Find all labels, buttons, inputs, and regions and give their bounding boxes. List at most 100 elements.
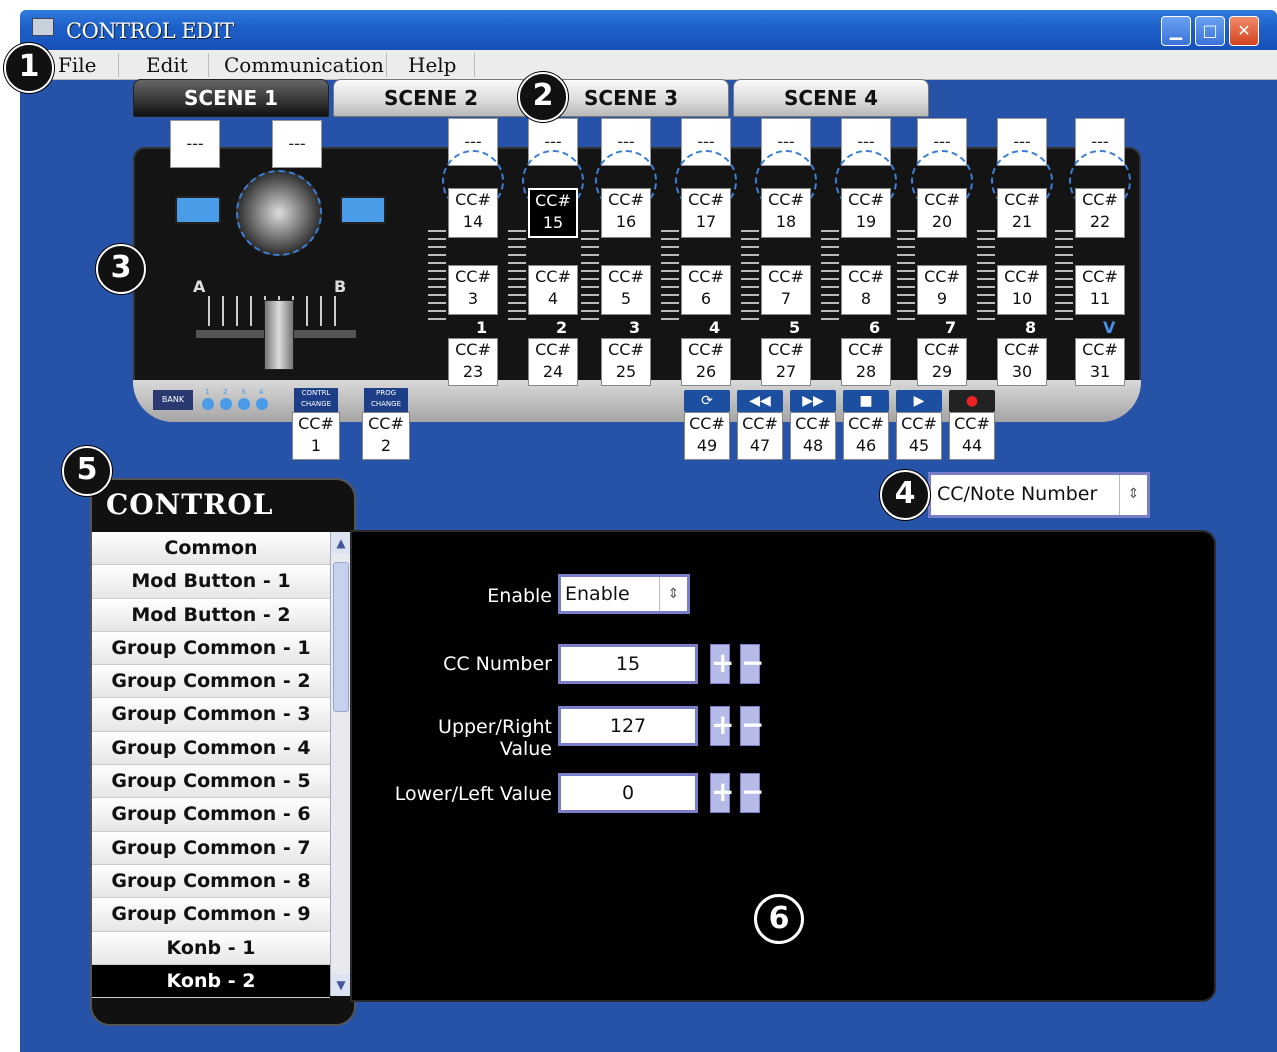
bank-button[interactable]: BANK xyxy=(153,390,193,410)
tab-scene-4[interactable]: SCENE 4 xyxy=(733,79,929,117)
crossfader-handle[interactable] xyxy=(264,300,294,370)
button-8[interactable]: CC# 30 xyxy=(997,338,1047,386)
control-list-item[interactable]: Group Common - 6 xyxy=(92,798,330,832)
knob-8-number: 21 xyxy=(1011,212,1033,231)
knob-9[interactable]: CC# 22 xyxy=(1075,188,1125,238)
control-list-item[interactable]: Mod Button - 1 xyxy=(92,565,330,599)
maximize-button[interactable]: □ xyxy=(1195,16,1225,46)
knob-1[interactable]: CC# 14 xyxy=(448,188,498,238)
fast-forward-icon[interactable]: ▶▶ xyxy=(790,390,836,412)
group-2-number: 2 xyxy=(556,318,568,337)
scroll-down-icon[interactable]: ▼ xyxy=(331,974,351,996)
slider-6[interactable]: CC# 8 xyxy=(841,265,891,315)
bank-led-1 xyxy=(202,398,214,410)
control-list-item[interactable]: Group Common - 5 xyxy=(92,765,330,799)
button-1[interactable]: CC# 23 xyxy=(448,338,498,386)
knob-8-prefix: CC# xyxy=(1004,190,1040,209)
button-9[interactable]: CC# 31 xyxy=(1075,338,1125,386)
cc-number-plus-button[interactable]: + xyxy=(710,644,734,684)
knob-4[interactable]: CC# 17 xyxy=(681,188,731,238)
knob-6[interactable]: CC# 19 xyxy=(841,188,891,238)
upper-value-input[interactable]: 127 xyxy=(558,706,698,746)
stop-icon[interactable]: ■ xyxy=(843,390,889,412)
play-icon[interactable]: ▶ xyxy=(896,390,942,412)
slider-2[interactable]: CC# 4 xyxy=(528,265,578,315)
program-change[interactable]: CC# 2 xyxy=(362,412,410,460)
control-list-item[interactable]: Common xyxy=(92,532,330,566)
mod-button-1-value[interactable]: --- xyxy=(170,120,220,168)
slider-3-tick xyxy=(581,310,599,312)
spinner-arrows-icon: ⇕ xyxy=(1119,475,1147,515)
stop-cc[interactable]: CC# 46 xyxy=(843,412,889,460)
control-list-item[interactable]: Group Common - 2 xyxy=(92,665,330,699)
knob-5[interactable]: CC# 18 xyxy=(761,188,811,238)
menu-edit[interactable]: Edit xyxy=(146,52,188,78)
tab-scene-1[interactable]: SCENE 1 xyxy=(133,79,329,117)
control-list-item[interactable]: Group Common - 7 xyxy=(92,831,330,865)
tab-scene-2[interactable]: SCENE 2 xyxy=(333,79,529,117)
slider-9-tick xyxy=(1055,230,1073,232)
slider-5[interactable]: CC# 7 xyxy=(761,265,811,315)
knob-2[interactable]: CC# 15 xyxy=(528,188,578,238)
upper-value-minus-button[interactable]: − xyxy=(740,706,764,746)
cc-number-minus-button[interactable]: − xyxy=(740,644,764,684)
record-cc[interactable]: CC# 44 xyxy=(949,412,995,460)
mod-button-1[interactable] xyxy=(175,196,221,224)
cc-number-input[interactable]: 15 xyxy=(558,644,698,684)
control-list-item[interactable]: Group Common - 9 xyxy=(92,898,330,932)
slider-7[interactable]: CC# 9 xyxy=(917,265,967,315)
mod-button-2[interactable] xyxy=(340,196,386,224)
control-list-item[interactable]: Group Common - 8 xyxy=(92,864,330,899)
scroll-up-icon[interactable]: ▲ xyxy=(331,532,351,554)
slider-5-tick xyxy=(741,270,759,272)
knob-3[interactable]: CC# 16 xyxy=(601,188,651,238)
slider-4[interactable]: CC# 6 xyxy=(681,265,731,315)
control-list-scrollbar[interactable]: ▲ ▼ xyxy=(330,532,351,996)
lower-value-input[interactable]: 0 xyxy=(558,773,698,813)
control-list-item[interactable]: Group Common - 1 xyxy=(92,631,330,666)
button-6[interactable]: CC# 28 xyxy=(841,338,891,386)
control-list-item[interactable]: Group Common - 3 xyxy=(92,698,330,732)
cycle-cc-prefix: CC# xyxy=(689,414,725,433)
scroll-thumb[interactable] xyxy=(333,562,349,712)
menu-file[interactable]: File xyxy=(58,52,97,78)
upper-value-plus-button[interactable]: + xyxy=(710,706,734,746)
rewind-cc[interactable]: CC# 47 xyxy=(737,412,783,460)
play-cc[interactable]: CC# 45 xyxy=(896,412,942,460)
jog-wheel[interactable] xyxy=(236,170,322,256)
menu-communication[interactable]: Communication xyxy=(224,52,384,78)
program-change-button[interactable]: PROG CHANGE xyxy=(364,388,408,412)
slider-1[interactable]: CC# 3 xyxy=(448,265,498,315)
control-change[interactable]: CC# 1 xyxy=(292,412,340,460)
enable-select[interactable]: Enable ⇕ xyxy=(558,574,690,614)
close-button[interactable]: ✕ xyxy=(1229,16,1259,46)
control-list-item[interactable]: Konb - 1 xyxy=(92,931,330,965)
button-7[interactable]: CC# 29 xyxy=(917,338,967,386)
record-icon[interactable]: ● xyxy=(949,390,995,412)
button-2[interactable]: CC# 24 xyxy=(528,338,578,386)
control-list-item[interactable]: Group Common - 4 xyxy=(92,731,330,766)
knob-8[interactable]: CC# 21 xyxy=(997,188,1047,238)
rewind-icon[interactable]: ◀◀ xyxy=(737,390,783,412)
cycle-icon[interactable]: ⟳ xyxy=(684,390,730,412)
cycle-cc[interactable]: CC# 49 xyxy=(684,412,730,460)
button-5[interactable]: CC# 27 xyxy=(761,338,811,386)
control-list-item[interactable]: Konb - 2 xyxy=(92,964,330,999)
display-mode-select[interactable]: CC/Note Number ⇕ xyxy=(928,472,1150,518)
slider-5-tick xyxy=(741,278,759,280)
control-list-item[interactable]: Mod Button - 2 xyxy=(92,598,330,632)
menu-help[interactable]: Help xyxy=(408,52,456,78)
slider-9[interactable]: CC# 11 xyxy=(1075,265,1125,315)
minimize-button[interactable]: ▁ xyxy=(1161,16,1191,46)
button-3[interactable]: CC# 25 xyxy=(601,338,651,386)
lower-value-plus-button[interactable]: + xyxy=(710,773,734,813)
fast-forward-cc[interactable]: CC# 48 xyxy=(790,412,836,460)
control-change-button[interactable]: CONTRL CHANGE xyxy=(294,388,338,412)
program-change-prefix: CC# xyxy=(368,414,404,433)
button-4[interactable]: CC# 26 xyxy=(681,338,731,386)
knob-7[interactable]: CC# 20 xyxy=(917,188,967,238)
mod-button-2-value[interactable]: --- xyxy=(272,120,322,168)
slider-8[interactable]: CC# 10 xyxy=(997,265,1047,315)
lower-value-minus-button[interactable]: − xyxy=(740,773,764,813)
slider-3[interactable]: CC# 5 xyxy=(601,265,651,315)
